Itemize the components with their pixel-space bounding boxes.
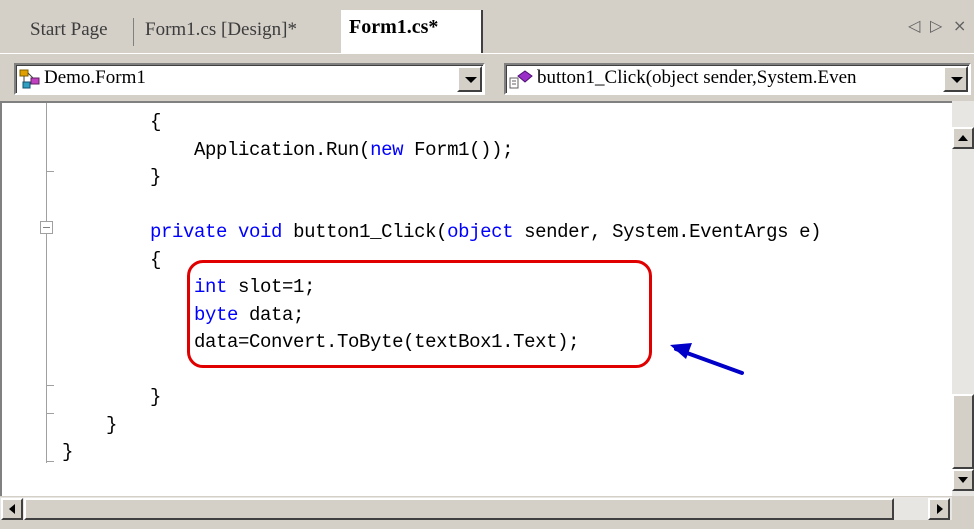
arrow-right-icon — [937, 504, 943, 514]
code-token: sender, System.EventArgs e) — [513, 221, 822, 243]
vertical-scrollbar[interactable] — [952, 101, 974, 496]
code-editor[interactable]: { Application.Run(new Form1()); } privat… — [0, 101, 952, 496]
code-token: } — [150, 386, 162, 408]
code-line: { — [62, 111, 161, 133]
tab-separator — [133, 18, 134, 46]
code-keyword: private — [150, 221, 228, 243]
horizontal-scrollbar[interactable] — [0, 496, 952, 520]
member-dropdown-value: button1_Click(object sender,System.Even — [537, 67, 857, 88]
code-token: } — [150, 166, 162, 188]
tab-scroll-left-icon[interactable]: ◁ — [908, 16, 920, 35]
tab-start-page[interactable]: Start Page — [30, 14, 108, 46]
outline-guide — [46, 103, 47, 463]
code-line: } — [62, 414, 117, 436]
chevron-down-icon[interactable] — [457, 66, 482, 92]
method-icon — [509, 70, 533, 89]
code-token: Application.Run( — [194, 138, 371, 161]
tab-form1-design[interactable]: Form1.cs [Design]* — [145, 14, 297, 46]
code-line: private void button1_Click(object sender… — [62, 221, 822, 243]
code-line: } — [62, 166, 161, 188]
scroll-down-button[interactable] — [952, 469, 974, 491]
code-token: } — [62, 441, 74, 463]
highlight-annotation — [187, 260, 652, 368]
member-dropdown[interactable]: button1_Click(object sender,System.Even — [504, 63, 971, 95]
document-tab-strip: Start Page Form1.cs [Design]* Form1.cs* … — [0, 0, 974, 53]
class-dropdown[interactable]: Demo.Form1 — [14, 63, 485, 95]
close-icon[interactable]: × — [953, 16, 966, 35]
code-token: { — [150, 111, 162, 133]
tab-form1-code-label: Form1.cs* — [349, 16, 439, 38]
collapse-icon[interactable] — [40, 221, 53, 234]
code-line: } — [62, 386, 161, 408]
code-keyword: object — [447, 221, 514, 243]
horizontal-scroll-thumb[interactable] — [24, 498, 894, 520]
scrollbar-corner — [952, 496, 974, 520]
tab-scroll-right-icon[interactable]: ▷ — [930, 16, 942, 35]
code-line: } — [62, 441, 73, 463]
arrow-annotation-icon — [670, 343, 744, 375]
outline-tick — [46, 385, 54, 386]
chevron-down-icon[interactable] — [943, 66, 968, 92]
code-line: Application.Run(new Form1()); — [62, 139, 513, 161]
arrow-up-icon — [958, 135, 968, 141]
vertical-scroll-thumb[interactable] — [952, 394, 974, 469]
class-dropdown-value: Demo.Form1 — [44, 67, 146, 88]
code-token: { — [150, 248, 162, 271]
outline-tick — [46, 461, 54, 462]
scroll-up-button[interactable] — [952, 127, 974, 149]
code-keyword: new — [370, 138, 404, 161]
code-line: { — [62, 249, 161, 271]
navigation-bar: Demo.Form1 button1_Click(object sender,S… — [0, 53, 974, 101]
window-bottom-edge — [0, 520, 974, 529]
tab-form1-code[interactable]: Form1.cs* — [341, 10, 483, 53]
code-token: } — [106, 413, 118, 436]
scroll-right-button[interactable] — [928, 498, 950, 520]
arrow-down-icon — [958, 477, 968, 483]
code-token: Form1()); — [403, 138, 514, 161]
class-icon — [19, 69, 40, 89]
outline-tick — [46, 171, 54, 172]
scroll-left-button[interactable] — [1, 498, 23, 520]
code-token: button1_Click( — [282, 221, 448, 243]
arrow-left-icon — [9, 504, 15, 514]
code-keyword: void — [238, 221, 283, 243]
outline-tick — [46, 413, 54, 414]
